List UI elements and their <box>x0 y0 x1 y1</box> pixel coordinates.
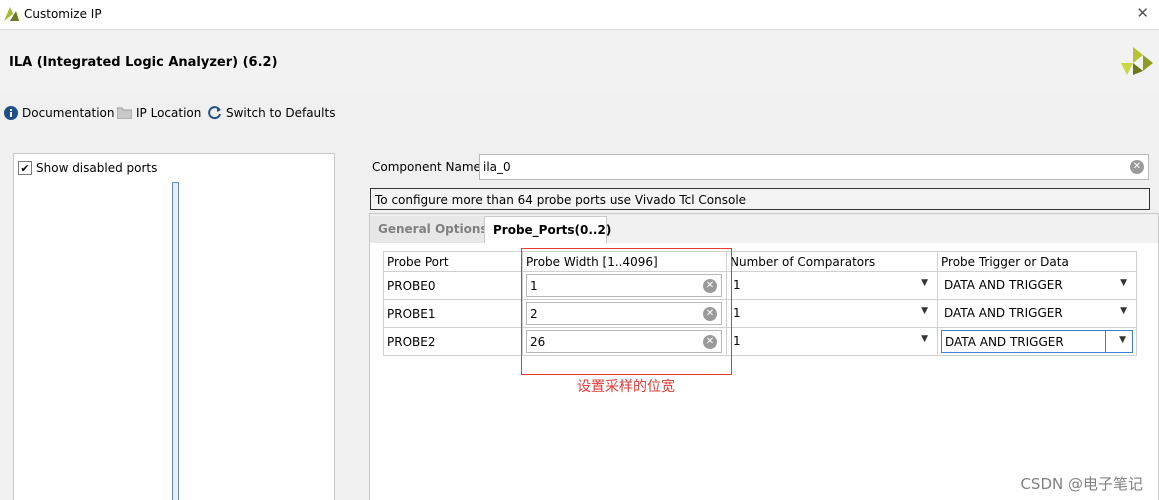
switch-to-defaults-button[interactable]: Switch to Defaults <box>208 106 335 120</box>
documentation-label: Documentation <box>22 106 115 120</box>
trigger-cell: DATA AND TRIGGER ▼ <box>937 327 1137 356</box>
chevron-down-icon[interactable]: ▼ <box>1120 306 1127 316</box>
probe-table: Probe Port Probe Width [1..4096] Number … <box>383 251 1137 356</box>
show-disabled-ports-row[interactable]: ✔ Show disabled ports <box>18 161 157 175</box>
trigger-select[interactable]: DATA AND TRIGGER ▼ <box>941 274 1133 297</box>
trigger-select[interactable]: DATA AND TRIGGER ▼ <box>941 302 1133 325</box>
chevron-down-icon[interactable]: ▼ <box>1120 278 1127 288</box>
table-row: PROBE1 2 ✕ 1 ▼ DATA AND TRIGGER ▼ <box>383 299 1137 328</box>
switch-to-defaults-label: Switch to Defaults <box>226 106 336 120</box>
title-bar: Customize IP ✕ <box>0 0 1159 30</box>
watermark: CSDN @电子笔记 <box>1020 475 1143 493</box>
folder-icon <box>117 107 132 119</box>
header-trigger-or-data: Probe Trigger or Data <box>937 251 1137 272</box>
trigger-value: DATA AND TRIGGER <box>944 278 1063 292</box>
table-header-row: Probe Port Probe Width [1..4096] Number … <box>383 251 1137 272</box>
comparators-cell: 1 ▼ <box>726 271 938 300</box>
comparators-cell: 1 ▼ <box>726 327 938 356</box>
annotation-box <box>521 248 732 375</box>
info-icon <box>4 106 18 120</box>
ip-location-label: IP Location <box>136 106 202 120</box>
chevron-down-icon[interactable]: ▼ <box>921 334 928 344</box>
probe-port-cell: PROBE2 <box>383 327 523 356</box>
annotation-text: 设置采样的位宽 <box>577 379 675 395</box>
comparators-select[interactable]: 1 ▼ <box>730 302 934 325</box>
table-row: PROBE2 26 ✕ 1 ▼ DATA AND TRIGGER ▼ <box>383 327 1137 356</box>
documentation-button[interactable]: Documentation <box>4 106 115 120</box>
vivado-logo-icon <box>4 7 20 24</box>
close-icon[interactable]: ✕ <box>1136 4 1149 22</box>
trigger-select[interactable]: DATA AND TRIGGER ▼ <box>941 330 1133 353</box>
ip-location-button[interactable]: IP Location <box>117 106 201 120</box>
chevron-down-icon[interactable]: ▼ <box>921 306 928 316</box>
probe-port-cell: PROBE1 <box>383 299 523 328</box>
component-name-input[interactable]: ila_0 ✕ <box>479 154 1149 180</box>
clear-icon[interactable]: ✕ <box>1130 160 1144 174</box>
chevron-down-icon[interactable]: ▼ <box>1119 335 1126 345</box>
trigger-cell: DATA AND TRIGGER ▼ <box>937 299 1137 328</box>
show-disabled-ports-checkbox[interactable]: ✔ <box>18 161 32 175</box>
refresh-icon <box>208 106 221 120</box>
comparators-value: 1 <box>733 334 741 348</box>
component-name-label: Component Name <box>372 160 481 174</box>
xilinx-logo-icon <box>1121 45 1153 80</box>
table-row: PROBE0 1 ✕ 1 ▼ DATA AND TRIGGER ▼ <box>383 271 1137 300</box>
probe-ports-note: To configure more than 64 probe ports us… <box>370 188 1150 210</box>
comparators-select[interactable]: 1 ▼ <box>730 274 934 297</box>
tab-general-options[interactable]: General Options <box>370 216 488 243</box>
component-name-value: ila_0 <box>483 160 511 174</box>
comparators-cell: 1 ▼ <box>726 299 938 328</box>
comparators-value: 1 <box>733 278 741 292</box>
trigger-value: DATA AND TRIGGER <box>944 306 1063 320</box>
chevron-down-icon[interactable]: ▼ <box>921 278 928 288</box>
header-probe-port: Probe Port <box>383 251 523 272</box>
comparators-select[interactable]: 1 ▼ <box>730 330 934 353</box>
trigger-value: DATA AND TRIGGER <box>945 335 1064 349</box>
probe-port-cell: PROBE0 <box>383 271 523 300</box>
ip-symbol-bar <box>172 182 179 500</box>
symbol-panel: ✔ Show disabled ports <box>13 153 335 500</box>
comparators-value: 1 <box>733 306 741 320</box>
show-disabled-ports-label: Show disabled ports <box>36 161 158 175</box>
window-title: Customize IP <box>24 7 102 21</box>
tab-probe-ports[interactable]: Probe_Ports(0..2) <box>484 216 611 243</box>
select-divider <box>1105 331 1106 352</box>
ip-title: ILA (Integrated Logic Analyzer) (6.2) <box>9 55 278 70</box>
header-comparators: Number of Comparators <box>726 251 938 272</box>
trigger-cell: DATA AND TRIGGER ▼ <box>937 271 1137 300</box>
ip-header: ILA (Integrated Logic Analyzer) (6.2) <box>0 31 1159 93</box>
